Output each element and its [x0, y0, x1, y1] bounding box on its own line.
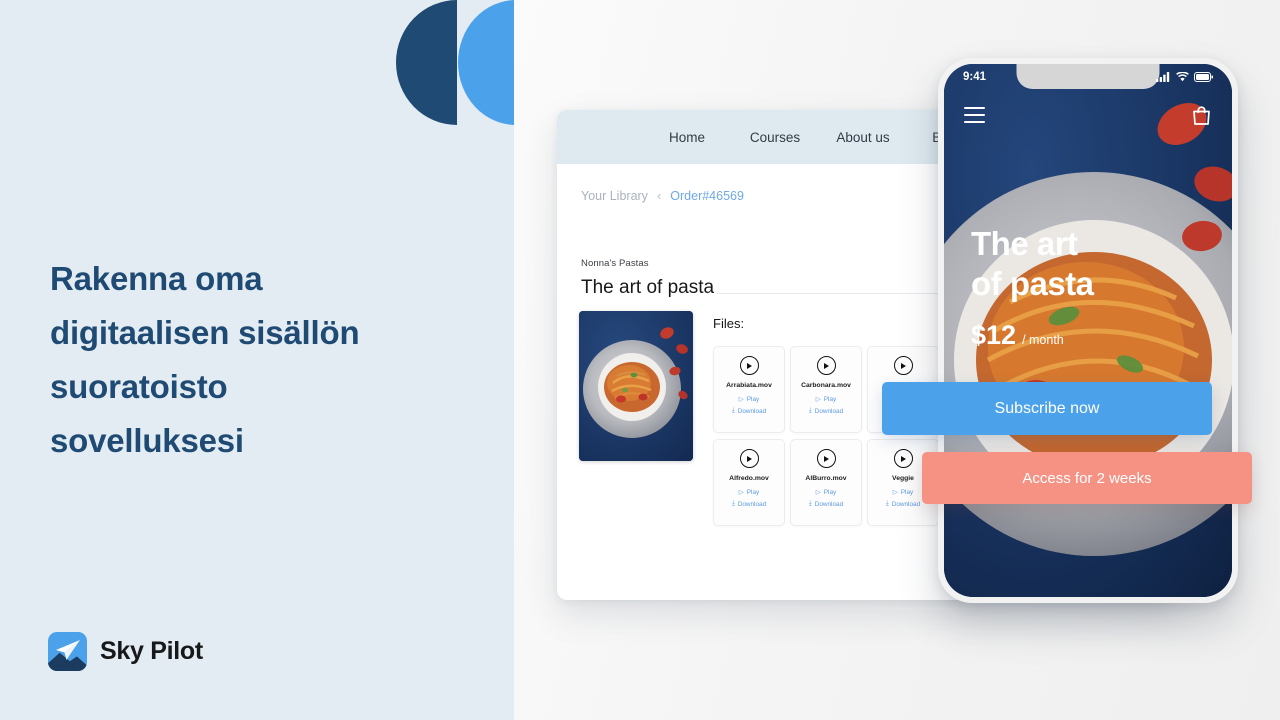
phone-status-bar: 9:41	[944, 64, 1232, 89]
phone-mockup: 9:41 The art of pasta $12 / month	[938, 58, 1238, 603]
brand-name: Sky Pilot	[100, 637, 203, 665]
play-circle-icon	[893, 356, 913, 375]
brand-logo-lockup: Sky Pilot	[48, 632, 203, 671]
nav-item-courses[interactable]: Courses	[731, 130, 819, 145]
breadcrumb-root[interactable]: Your Library	[581, 189, 648, 203]
download-label: Download	[814, 407, 844, 415]
file-card[interactable]: AlBurro.mov ▷ Play ⤓ Download	[790, 439, 862, 526]
play-icon: ▷	[815, 489, 821, 496]
half-circle-dark-icon	[396, 0, 457, 125]
download-label: Download	[737, 407, 767, 415]
file-name: Arrabiata.mov	[726, 382, 772, 389]
download-link[interactable]: ⤓ Download	[732, 407, 766, 415]
phone-title: The art of pasta	[971, 224, 1094, 304]
phone-title-line-1: The art	[971, 225, 1078, 262]
battery-icon	[1194, 71, 1213, 82]
download-icon: ⤓	[885, 500, 889, 507]
nav-item-home[interactable]: Home	[643, 130, 731, 145]
hamburger-menu-icon[interactable]	[964, 107, 985, 123]
phone-app-bar	[944, 98, 1232, 132]
file-name: Carbonara.mov	[801, 382, 851, 389]
play-link[interactable]: ▷ Play	[738, 395, 760, 404]
file-card[interactable]: Carbonara.mov ▷ Play ⤓ Download	[790, 346, 862, 433]
hero-headline: Rakenna oma digitaalisen sisällön suorat…	[50, 252, 450, 468]
status-icons	[1156, 71, 1213, 82]
download-label: Download	[891, 500, 921, 508]
play-label: Play	[823, 395, 837, 403]
headline-line-3: suoratoisto	[50, 368, 228, 405]
hero-left-panel: Rakenna oma digitaalisen sisällön suorat…	[0, 0, 514, 720]
download-label: Download	[814, 500, 844, 508]
play-link[interactable]: ▷ Play	[738, 488, 760, 497]
phone-price-row: $12 / month	[971, 320, 1094, 351]
play-label: Play	[823, 488, 837, 496]
paper-plane-mountain-icon	[48, 632, 87, 671]
access-for-2-weeks-button[interactable]: Access for 2 weeks	[922, 452, 1252, 504]
phone-hero-copy: The art of pasta $12 / month	[971, 224, 1094, 351]
download-label: Download	[737, 500, 767, 508]
play-circle-icon	[739, 449, 759, 468]
price-amount: $12	[971, 320, 1017, 350]
play-icon: ▷	[892, 489, 898, 496]
play-icon: ▷	[738, 489, 744, 496]
play-link[interactable]: ▷ Play	[815, 488, 837, 497]
download-link[interactable]: ⤓ Download	[809, 500, 843, 508]
half-circle-light-icon	[458, 0, 514, 125]
play-circle-icon	[739, 356, 759, 375]
shopping-bag-icon[interactable]	[1191, 105, 1212, 126]
chevron-left-icon: ‹	[656, 188, 662, 203]
play-circle-icon	[893, 449, 913, 468]
play-link[interactable]: ▷ Play	[892, 488, 914, 497]
download-icon: ⤓	[731, 407, 735, 414]
file-card[interactable]: Alfredo.mov ▷ Play ⤓ Download	[713, 439, 785, 526]
phone-title-line-2: of pasta	[971, 265, 1094, 302]
download-icon: ⤓	[731, 500, 735, 507]
download-icon: ⤓	[808, 500, 812, 507]
file-name: Veggie	[892, 475, 914, 482]
play-icon: ▷	[815, 396, 821, 403]
play-label: Play	[746, 395, 760, 403]
subscribe-now-button[interactable]: Subscribe now	[882, 382, 1212, 435]
nav-item-about-us[interactable]: About us	[819, 130, 907, 145]
download-icon: ⤓	[808, 407, 812, 414]
play-icon: ▷	[738, 396, 744, 403]
decorative-circles	[396, 0, 514, 125]
download-link[interactable]: ⤓ Download	[732, 500, 766, 508]
file-name: AlBurro.mov	[805, 475, 847, 482]
play-link[interactable]: ▷ Play	[815, 395, 837, 404]
file-card[interactable]: Arrabiata.mov ▷ Play ⤓ Download	[713, 346, 785, 433]
headline-line-1: Rakenna oma	[50, 260, 263, 297]
signal-icon	[1156, 71, 1170, 82]
download-link[interactable]: ⤓ Download	[809, 407, 843, 415]
file-name: Alfredo.mov	[729, 475, 769, 482]
play-label: Play	[900, 488, 914, 496]
headline-line-2: digitaalisen sisällön	[50, 314, 360, 351]
play-label: Play	[746, 488, 760, 496]
pasta-bowl-photo	[579, 311, 693, 461]
download-link[interactable]: ⤓ Download	[886, 500, 920, 508]
mockup-stage: Home Courses About us Books Your Library…	[514, 0, 1280, 720]
wifi-icon	[1176, 71, 1189, 81]
price-period: / month	[1022, 333, 1064, 347]
headline-line-4: sovelluksesi	[50, 422, 244, 459]
play-circle-icon	[816, 449, 836, 468]
breadcrumb-current[interactable]: Order#46569	[670, 189, 744, 203]
phone-screen: 9:41 The art of pasta $12 / month	[944, 64, 1232, 597]
status-time: 9:41	[963, 70, 987, 83]
play-circle-icon	[816, 356, 836, 375]
